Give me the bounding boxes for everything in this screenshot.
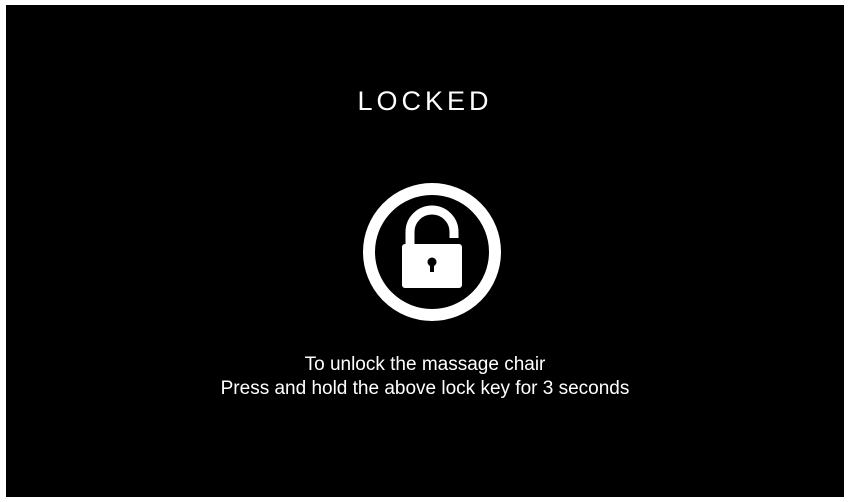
padlock-icon xyxy=(363,183,501,321)
lock-key-button[interactable] xyxy=(362,182,502,322)
lock-screen: LOCKED To unlock the massage chair Press… xyxy=(6,5,844,497)
locked-title: LOCKED xyxy=(357,86,493,116)
instruction-line-2: Press and hold the above lock key for 3 … xyxy=(220,378,630,399)
unlock-instructions: To unlock the massage chair Press and ho… xyxy=(6,353,844,401)
instruction-line-1: To unlock the massage chair xyxy=(304,354,546,375)
